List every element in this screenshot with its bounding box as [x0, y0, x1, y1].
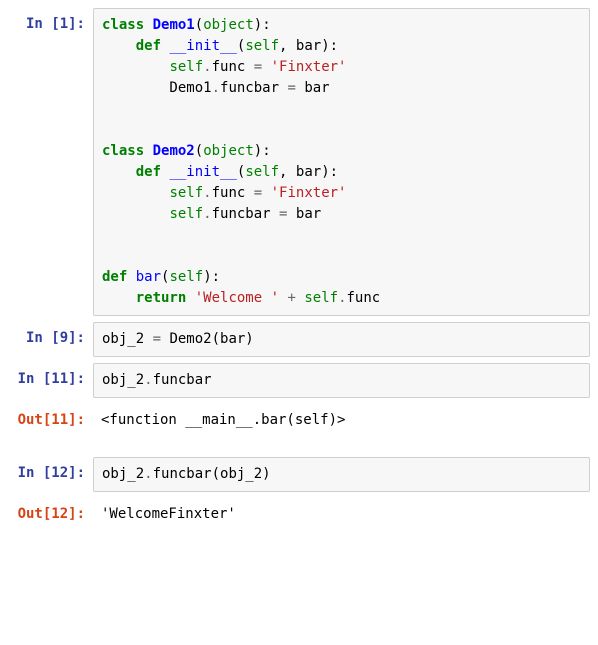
in-prompt: In [12]:	[8, 457, 93, 484]
jupyter-notebook: In [1]:class Demo1(object): def __init__…	[8, 8, 590, 531]
output-cell: Out[12]:'WelcomeFinxter'	[8, 498, 590, 531]
in-prompt: In [11]:	[8, 363, 93, 390]
code-cell: In [1]:class Demo1(object): def __init__…	[8, 8, 590, 316]
output-text: <function __main__.bar(self)>	[93, 404, 590, 437]
code-cell: In [11]:obj_2.funcbar	[8, 363, 590, 398]
in-prompt: In [1]:	[8, 8, 93, 35]
code-cell: In [12]:obj_2.funcbar(obj_2)	[8, 457, 590, 492]
output-cell: Out[11]:<function __main__.bar(self)>	[8, 404, 590, 437]
code-input[interactable]: obj_2.funcbar	[93, 363, 590, 398]
out-prompt: Out[11]:	[8, 404, 93, 431]
code-cell: In [9]:obj_2 = Demo2(bar)	[8, 322, 590, 357]
out-prompt: Out[12]:	[8, 498, 93, 525]
in-prompt: In [9]:	[8, 322, 93, 349]
code-input[interactable]: obj_2 = Demo2(bar)	[93, 322, 590, 357]
code-input[interactable]: class Demo1(object): def __init__(self, …	[93, 8, 590, 316]
output-text: 'WelcomeFinxter'	[93, 498, 590, 531]
code-input[interactable]: obj_2.funcbar(obj_2)	[93, 457, 590, 492]
